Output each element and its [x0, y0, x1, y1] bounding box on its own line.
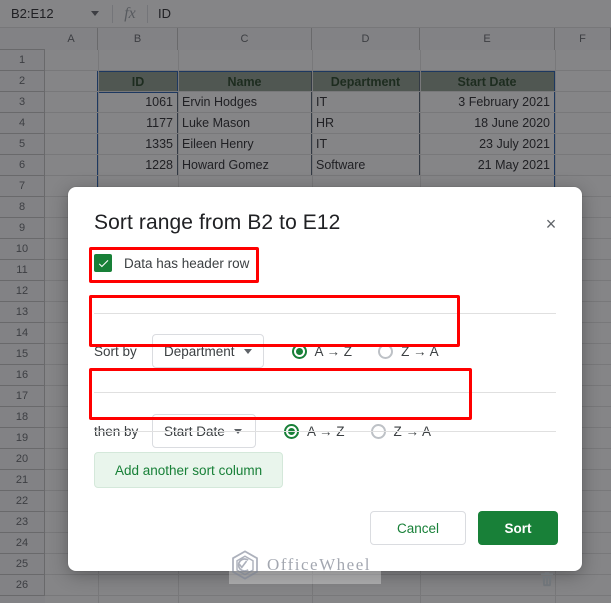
header-row-label: Data has header row [124, 256, 249, 271]
sort-order-ascending-primary[interactable]: A → Z [292, 344, 353, 359]
radio-icon-selected [292, 344, 307, 359]
sort-column-value: Department [164, 344, 235, 359]
divider [94, 313, 556, 314]
ascending-label: A → Z [315, 344, 353, 359]
sort-column-dropdown-primary[interactable]: Department [152, 334, 264, 368]
close-icon[interactable]: × [538, 211, 564, 237]
watermark: OfficeWheel [229, 546, 381, 584]
cancel-button[interactable]: Cancel [370, 511, 466, 545]
divider [94, 431, 556, 432]
add-another-sort-column-button[interactable]: Add another sort column [94, 452, 283, 488]
descending-label: Z → A [401, 344, 439, 359]
officewheel-logo-icon [229, 549, 261, 581]
divider [94, 392, 556, 393]
sort-row-prefix: Sort by [94, 344, 152, 359]
header-row-checkbox[interactable] [94, 254, 112, 272]
delete-sort-row-button[interactable] [534, 566, 560, 592]
sort-row-primary: Sort by Department A → Z Z → A [94, 331, 439, 371]
watermark-text: OfficeWheel [267, 555, 371, 575]
sort-order-radio-group-primary: A → Z Z → A [292, 344, 439, 359]
chevron-down-icon [244, 349, 252, 354]
dialog-title: Sort range from B2 to E12 [94, 211, 340, 235]
sort-button[interactable]: Sort [478, 511, 558, 545]
sort-order-descending-primary[interactable]: Z → A [378, 344, 439, 359]
trash-icon [538, 570, 556, 588]
data-has-header-row-group[interactable]: Data has header row [94, 254, 249, 272]
radio-icon-unselected [378, 344, 393, 359]
